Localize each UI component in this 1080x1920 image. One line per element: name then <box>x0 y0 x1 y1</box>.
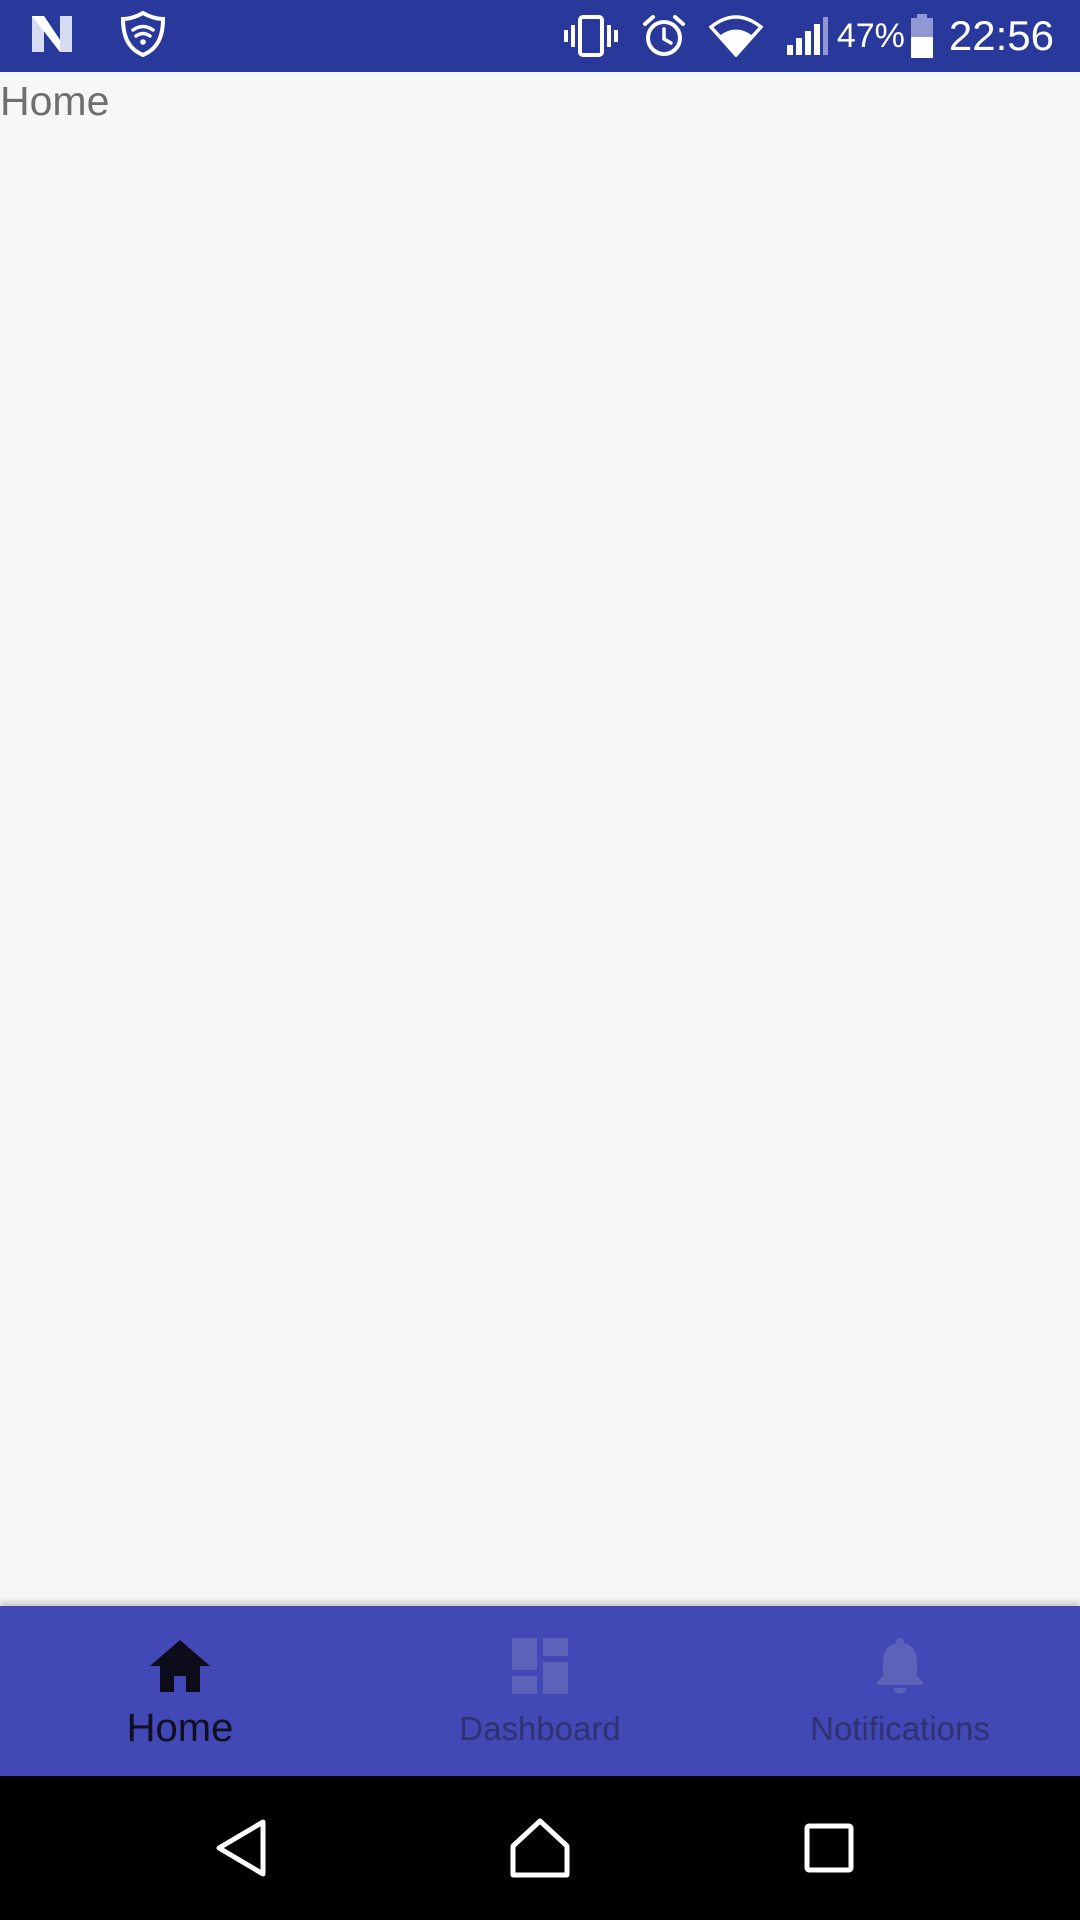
alarm-icon <box>641 13 687 59</box>
signal-icon <box>785 15 829 57</box>
home-icon <box>148 1634 212 1698</box>
nav-label-notifications: Notifications <box>810 1710 990 1747</box>
nav-item-notifications[interactable]: Notifications <box>720 1606 1080 1776</box>
n-logo-icon <box>30 14 74 59</box>
main-content: Home <box>0 72 1080 1606</box>
nav-label-dashboard: Dashboard <box>459 1710 621 1747</box>
wifi-icon <box>708 15 763 57</box>
app-screen: 47% 22:56 Home Home Dashboard Notificati… <box>0 0 1080 1920</box>
nav-item-dashboard[interactable]: Dashboard <box>360 1606 720 1776</box>
nav-item-home[interactable]: Home <box>0 1606 360 1776</box>
battery-percent: 47% <box>836 16 905 55</box>
nav-label-home: Home <box>126 1706 234 1750</box>
back-icon[interactable] <box>199 1806 283 1890</box>
system-navigation-bar <box>0 1776 1080 1920</box>
clock: 22:56 <box>948 12 1054 59</box>
home-circle-icon[interactable] <box>498 1806 582 1890</box>
dashboard-icon <box>508 1634 572 1698</box>
bottom-navigation: Home Dashboard Notifications <box>0 1606 1080 1776</box>
status-bar: 47% 22:56 <box>0 0 1080 72</box>
vibrate-icon <box>563 14 619 58</box>
shield-icon <box>120 10 166 63</box>
bell-icon <box>868 1634 932 1698</box>
battery-icon <box>909 13 935 59</box>
message-text: Home <box>0 78 110 124</box>
recents-icon[interactable] <box>787 1806 871 1890</box>
